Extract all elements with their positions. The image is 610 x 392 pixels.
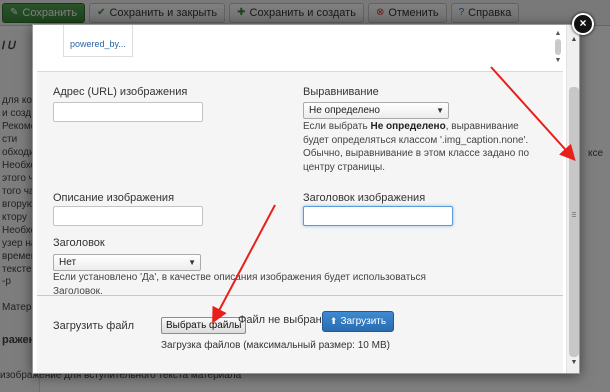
annotation-arrows	[212, 66, 576, 324]
annotation-arrow-choose-files	[212, 204, 276, 324]
annotation-arrow-scrollbar	[490, 66, 576, 161]
